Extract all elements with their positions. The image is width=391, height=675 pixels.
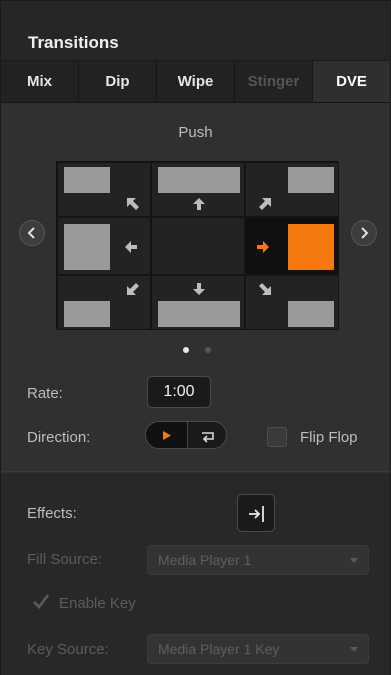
previous-style-button[interactable]	[19, 220, 45, 246]
section-divider	[1, 471, 390, 472]
fill-source-value: Media Player 1	[158, 552, 252, 568]
direction-right[interactable]	[245, 217, 339, 275]
page-dot-active[interactable]	[183, 347, 189, 353]
direction-label: Direction:	[27, 429, 91, 446]
dve-direction-grid	[56, 161, 339, 330]
next-style-button[interactable]	[351, 220, 377, 246]
enable-key-checkbox[interactable]	[31, 591, 51, 611]
rate-label: Rate:	[27, 385, 63, 402]
reverse-loop-icon	[202, 432, 214, 443]
direction-down[interactable]	[151, 275, 245, 330]
dve-style-name: Push	[178, 124, 213, 141]
key-source-label: Key Source:	[27, 641, 109, 658]
tab-stinger[interactable]: Stinger	[235, 61, 313, 102]
chevron-right-icon	[361, 227, 369, 239]
page-dot[interactable]	[205, 347, 211, 353]
panel-title: Transitions	[28, 33, 119, 52]
rate-input[interactable]: 1:00	[147, 376, 211, 408]
direction-center	[151, 217, 245, 275]
tile-preview	[158, 167, 240, 193]
direction-bottom-left[interactable]	[57, 275, 151, 330]
transitions-panel: Transitions Mix Dip Wipe Stinger DVE Pus…	[0, 0, 391, 675]
arrow-up-icon	[193, 198, 205, 210]
tab-mix[interactable]: Mix	[1, 61, 79, 102]
arrow-down-left-icon	[127, 283, 139, 295]
arrow-down-right-icon	[259, 283, 271, 295]
transition-tabs: Mix Dip Wipe Stinger DVE	[1, 61, 390, 103]
direction-top-left[interactable]	[57, 162, 151, 217]
tile-preview	[288, 167, 334, 193]
tile-preview	[64, 167, 110, 193]
direction-left[interactable]	[57, 217, 151, 275]
arrow-left-icon	[125, 241, 137, 253]
key-source-value: Media Player 1 Key	[158, 641, 280, 657]
enable-key-label: Enable Key	[59, 595, 136, 612]
flip-flop-label: Flip Flop	[300, 429, 358, 446]
effects-label: Effects:	[27, 505, 77, 522]
chevron-down-icon	[350, 647, 358, 652]
page-indicator	[181, 347, 221, 355]
tab-wipe[interactable]: Wipe	[157, 61, 235, 102]
direction-toggle	[145, 421, 227, 449]
tile-preview	[158, 301, 240, 327]
flip-flop-checkbox[interactable]	[267, 427, 287, 447]
tab-dve[interactable]: DVE	[313, 61, 390, 102]
direction-normal-button[interactable]	[146, 422, 187, 448]
tile-preview	[64, 301, 110, 327]
tab-dip[interactable]: Dip	[79, 61, 157, 102]
arrow-down-icon	[193, 283, 205, 295]
tile-preview	[64, 224, 110, 270]
key-source-dropdown[interactable]: Media Player 1 Key	[147, 634, 369, 664]
fill-source-dropdown[interactable]: Media Player 1	[147, 545, 369, 575]
play-icon	[163, 431, 171, 440]
direction-up[interactable]	[151, 162, 245, 217]
tile-preview	[288, 301, 334, 327]
direction-top-right[interactable]	[245, 162, 339, 217]
direction-reverse-button[interactable]	[187, 422, 226, 448]
effects-button[interactable]	[237, 494, 275, 532]
chevron-left-icon	[27, 227, 35, 239]
direction-bottom-right[interactable]	[245, 275, 339, 330]
apply-effects-icon	[249, 506, 264, 522]
panel-header: Transitions	[1, 1, 390, 61]
arrow-up-left-icon	[127, 198, 139, 210]
chevron-down-icon	[350, 558, 358, 563]
fill-source-label: Fill Source:	[27, 551, 103, 568]
tile-preview-selected	[288, 224, 334, 270]
arrow-right-icon	[257, 241, 269, 253]
arrow-up-right-icon	[259, 198, 271, 210]
